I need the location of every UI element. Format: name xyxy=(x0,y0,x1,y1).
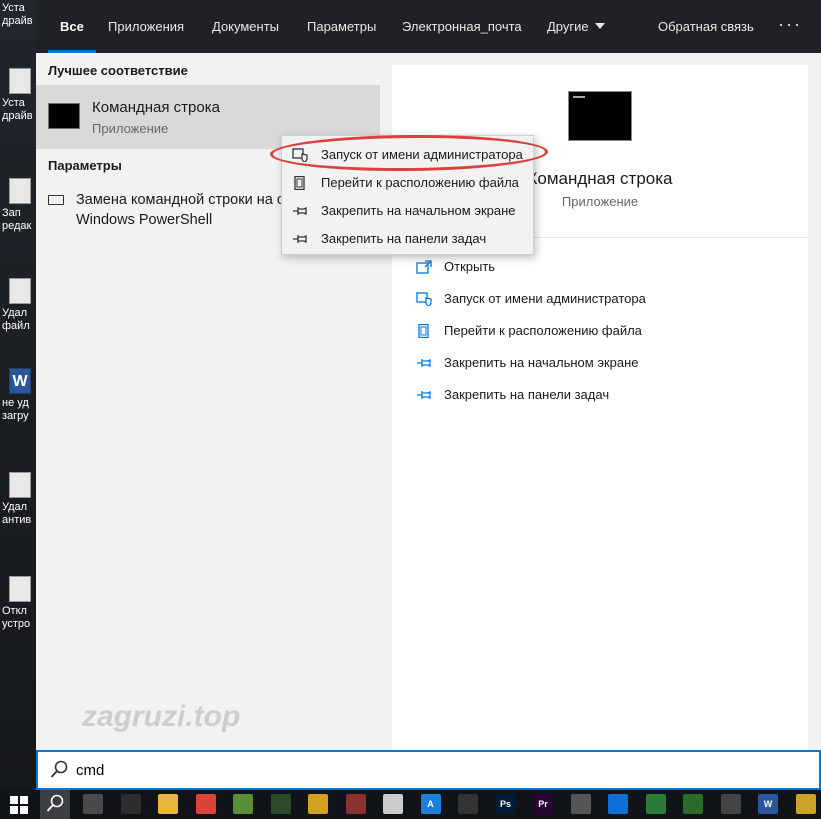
watermark: zagruzi.top xyxy=(82,700,241,733)
tab-email[interactable]: Электронная_почта xyxy=(402,0,522,53)
teamviewer-icon[interactable] xyxy=(608,794,628,814)
desktop-icon-label: Уста драйв xyxy=(2,2,33,27)
desktop-icon[interactable]: Уста драйв xyxy=(0,68,36,123)
search-input[interactable] xyxy=(76,758,776,782)
action-label: Перейти к расположению файла xyxy=(444,323,642,338)
pin-icon xyxy=(417,358,431,368)
filter-tabs-bar: Все Приложения Документы Параметры Элект… xyxy=(36,0,821,53)
document-icon[interactable] xyxy=(383,794,403,814)
steam-icon[interactable] xyxy=(458,794,478,814)
settings-heading: Параметры xyxy=(48,158,122,173)
command-prompt-icon xyxy=(48,103,80,129)
taskbar-search-button[interactable] xyxy=(40,790,70,819)
context-menu-item-pin-start[interactable]: Закрепить на начальном экране xyxy=(282,197,533,225)
tab-all[interactable]: Все xyxy=(48,0,96,53)
search-panel: Все Приложения Документы Параметры Элект… xyxy=(36,0,821,790)
file-icon xyxy=(9,68,31,94)
tab-settings[interactable]: Параметры xyxy=(307,0,376,53)
best-match-heading: Лучшее соответствие xyxy=(48,63,188,78)
open-icon xyxy=(416,260,432,274)
tool2-icon[interactable] xyxy=(570,794,591,814)
file-icon xyxy=(294,176,305,190)
action-label: Открыть xyxy=(444,259,496,274)
file-icon xyxy=(9,178,31,204)
context-menu-label: Закрепить на панели задач xyxy=(321,231,487,246)
action-label: Запуск от имени администратора xyxy=(444,291,646,306)
taskbar: A Ps Pr W xyxy=(0,790,821,819)
best-match-subtitle: Приложение xyxy=(92,121,169,136)
word-icon[interactable]: W xyxy=(758,794,778,814)
desktop-icon-label: не уд загру xyxy=(2,397,29,422)
keyboard-icon xyxy=(48,195,64,205)
context-menu-label: Перейти к расположению файла xyxy=(321,175,519,190)
feedback-link[interactable]: Обратная связь xyxy=(658,0,754,53)
context-menu-label: Закрепить на начальном экране xyxy=(321,203,516,218)
game-icon[interactable] xyxy=(233,794,253,814)
more-options-icon[interactable]: ··· xyxy=(778,0,802,53)
context-menu-item-open-file-location[interactable]: Перейти к расположению файла xyxy=(282,169,533,197)
chevron-down-icon xyxy=(594,23,605,29)
app-a-icon[interactable]: A xyxy=(420,794,441,814)
app4-icon[interactable] xyxy=(720,794,741,814)
app-icon[interactable] xyxy=(308,794,328,814)
desktop-icon[interactable]: Уста драйв xyxy=(0,2,36,28)
search-icon xyxy=(50,760,68,778)
pin-icon xyxy=(293,234,307,244)
tool-icon[interactable] xyxy=(345,794,366,814)
desktop-icon[interactable]: Удал антив xyxy=(0,472,36,527)
desktop-icon-label: Удал антив xyxy=(2,501,32,526)
file-icon xyxy=(9,278,31,304)
app5-icon[interactable] xyxy=(795,794,816,814)
pin-icon xyxy=(417,390,431,400)
desktop-icon-label: Откл устро xyxy=(2,605,31,630)
folder-icon[interactable] xyxy=(158,794,178,814)
tab-other-label: Другие xyxy=(547,19,589,34)
premiere-icon[interactable]: Pr xyxy=(533,794,553,814)
desktop: Уста драйв Уста драйв Зап редак Удал фай… xyxy=(0,0,36,790)
desktop-icon-label: Зап редак xyxy=(2,207,32,232)
desktop-icon-label: Уста драйв xyxy=(2,97,33,122)
mail-icon[interactable] xyxy=(120,794,141,814)
chrome-icon[interactable] xyxy=(195,794,216,814)
desktop-icon[interactable]: Откл устро xyxy=(0,576,36,631)
calculator-icon[interactable] xyxy=(83,794,103,814)
tab-other[interactable]: Другие xyxy=(547,0,605,53)
windows-start-icon[interactable] xyxy=(10,796,28,814)
tab-apps[interactable]: Приложения xyxy=(108,0,184,53)
shield-icon xyxy=(416,292,432,306)
file-icon xyxy=(9,472,31,498)
context-menu-item-pin-taskbar[interactable]: Закрепить на панели задач xyxy=(282,225,533,253)
photoshop-icon[interactable]: Ps xyxy=(495,794,516,814)
search-box[interactable] xyxy=(36,750,821,790)
file-icon xyxy=(418,324,429,338)
best-match-title: Командная строка xyxy=(92,99,220,116)
command-prompt-icon xyxy=(568,91,632,141)
tab-documents[interactable]: Документы xyxy=(212,0,279,53)
app3-icon[interactable] xyxy=(683,794,703,814)
file-icon xyxy=(9,576,31,602)
desktop-icon[interactable]: Зап редак xyxy=(0,178,36,233)
desktop-icon[interactable]: W не уд загру xyxy=(0,368,36,423)
desktop-icon-label: Удал файл xyxy=(2,307,30,332)
pin-icon xyxy=(293,206,307,216)
action-label: Закрепить на начальном экране xyxy=(444,355,639,370)
search-icon xyxy=(46,794,64,812)
app2-icon[interactable] xyxy=(645,794,666,814)
word-icon: W xyxy=(9,368,31,394)
action-label: Закрепить на панели задач xyxy=(444,387,610,402)
star-icon[interactable] xyxy=(270,794,291,814)
desktop-icon[interactable]: Удал файл xyxy=(0,278,36,333)
